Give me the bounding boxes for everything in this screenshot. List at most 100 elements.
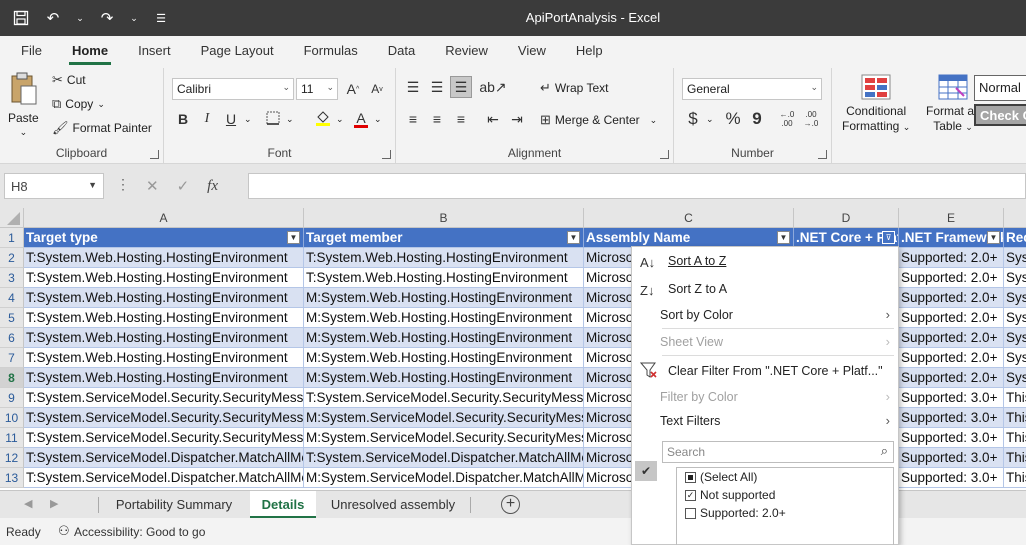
cell-a5[interactable]: T:System.Web.Hosting.HostingEnvironment	[24, 308, 304, 328]
top-align-button[interactable]: ☰	[402, 76, 424, 98]
new-sheet-icon[interactable]: +	[501, 495, 520, 514]
sort-by-color-item[interactable]: Sort by Color ›	[632, 303, 898, 327]
cell-a11[interactable]: T:System.ServiceModel.Security.SecurityM…	[24, 428, 304, 448]
italic-button[interactable]: I	[196, 108, 218, 130]
bottom-align-button[interactable]: ☰	[450, 76, 472, 98]
font-name-combo[interactable]: Calibri ⌄	[172, 78, 294, 100]
cell-f10[interactable]: This	[1004, 408, 1026, 428]
cell-b5[interactable]: M:System.Web.Hosting.HostingEnvironment	[304, 308, 584, 328]
table-header-cell-f[interactable]: Recommended changes	[1004, 228, 1026, 248]
currency-button[interactable]: $	[682, 108, 704, 130]
row-header-9[interactable]: 9	[0, 388, 24, 408]
filter-dropdown-icon[interactable]: ▼	[287, 231, 300, 244]
filter-option-select-all[interactable]: (Select All)	[685, 468, 757, 486]
more-options-icon[interactable]: ⋮	[116, 176, 130, 193]
cell-f5[interactable]: System	[1004, 308, 1026, 328]
increase-indent-button[interactable]: ⇥	[506, 108, 528, 130]
tab-home[interactable]: Home	[57, 36, 123, 68]
cell-b3[interactable]: T:System.Web.Hosting.HostingEnvironment	[304, 268, 584, 288]
accessibility-status[interactable]: Accessibility: Good to go	[74, 525, 205, 539]
cell-b11[interactable]: M:System.ServiceModel.Security.SecurityM…	[304, 428, 584, 448]
cell-e10[interactable]: Supported: 3.0+	[899, 408, 1004, 428]
orientation-button[interactable]: ab↗	[479, 76, 506, 98]
select-all-corner[interactable]	[0, 208, 24, 228]
table-header-cell-b[interactable]: Target member	[304, 228, 584, 248]
column-header-e[interactable]: E	[899, 208, 1004, 228]
filter-search-input[interactable]: Search ⌕	[662, 441, 894, 463]
cell-a2[interactable]: T:System.Web.Hosting.HostingEnvironment	[24, 248, 304, 268]
cell-b8[interactable]: M:System.Web.Hosting.HostingEnvironment	[304, 368, 584, 388]
increase-decimal-button[interactable]: ←.0 .00	[776, 108, 798, 130]
tab-data[interactable]: Data	[373, 36, 430, 68]
cut-button[interactable]: ✂ Cut	[52, 72, 86, 88]
fill-color-dropdown-icon[interactable]: ⌄	[336, 114, 344, 125]
cell-b13[interactable]: M:System.ServiceModel.Dispatcher.MatchAl…	[304, 468, 584, 488]
tab-view[interactable]: View	[503, 36, 561, 68]
cell-b6[interactable]: M:System.Web.Hosting.HostingEnvironment	[304, 328, 584, 348]
filter-dropdown-icon[interactable]: ▼	[777, 231, 790, 244]
insert-function-icon[interactable]: fx	[207, 178, 218, 195]
cell-a8[interactable]: T:System.Web.Hosting.HostingEnvironment	[24, 368, 304, 388]
cell-a6[interactable]: T:System.Web.Hosting.HostingEnvironment	[24, 328, 304, 348]
tab-file[interactable]: File	[6, 36, 57, 68]
underline-dropdown-icon[interactable]: ⌄	[244, 114, 252, 125]
normal-style-cell[interactable]: Normal	[974, 75, 1026, 101]
filter-option-supported-2[interactable]: Supported: 2.0+	[685, 504, 786, 522]
tab-page-layout[interactable]: Page Layout	[186, 36, 289, 68]
formula-input[interactable]	[248, 173, 1026, 199]
align-left-button[interactable]: ≡	[402, 108, 424, 130]
cell-e8[interactable]: Supported: 2.0+	[899, 368, 1004, 388]
sheet-tab-details[interactable]: Details	[250, 491, 316, 518]
table-header-cell-a[interactable]: Target type	[24, 228, 304, 248]
row-header-1[interactable]: 1	[0, 228, 24, 248]
wrap-text-button[interactable]: ↵ Wrap Text	[540, 80, 608, 96]
currency-dropdown-icon[interactable]: ⌄	[706, 114, 714, 125]
cell-b10[interactable]: M:System.ServiceModel.Security.SecurityM…	[304, 408, 584, 428]
row-header-13[interactable]: 13	[0, 468, 24, 488]
conditional-formatting-button[interactable]: Conditional Formatting ⌄	[842, 74, 910, 133]
tab-formulas[interactable]: Formulas	[289, 36, 373, 68]
cell-e13[interactable]: Supported: 3.0+	[899, 468, 1004, 488]
row-header-6[interactable]: 6	[0, 328, 24, 348]
cell-f2[interactable]: System	[1004, 248, 1026, 268]
cell-b7[interactable]: M:System.Web.Hosting.HostingEnvironment	[304, 348, 584, 368]
shrink-font-button[interactable]: Av	[366, 78, 388, 100]
row-header-12[interactable]: 12	[0, 448, 24, 468]
cell-e5[interactable]: Supported: 2.0+	[899, 308, 1004, 328]
align-center-button[interactable]: ≡	[426, 108, 448, 130]
row-header-2[interactable]: 2	[0, 248, 24, 268]
borders-button[interactable]	[262, 108, 284, 130]
cell-e11[interactable]: Supported: 3.0+	[899, 428, 1004, 448]
next-sheet-icon[interactable]: ▶	[50, 497, 58, 510]
borders-dropdown-icon[interactable]: ⌄	[286, 114, 294, 125]
format-painter-button[interactable]: 🖌 Format Painter	[52, 120, 152, 136]
grow-font-button[interactable]: A ^	[342, 78, 364, 100]
column-header-a[interactable]: A	[24, 208, 304, 228]
row-header-4[interactable]: 4	[0, 288, 24, 308]
cell-a13[interactable]: T:System.ServiceModel.Dispatcher.MatchAl…	[24, 468, 304, 488]
name-box[interactable]: H8 ▼	[4, 173, 104, 199]
cell-f3[interactable]: System	[1004, 268, 1026, 288]
paste-button[interactable]: Paste ⌄	[8, 72, 39, 138]
tab-review[interactable]: Review	[430, 36, 503, 68]
alignment-launcher-icon[interactable]	[660, 150, 669, 159]
cell-e4[interactable]: Supported: 2.0+	[899, 288, 1004, 308]
cell-f12[interactable]: This	[1004, 448, 1026, 468]
middle-align-button[interactable]: ☰	[426, 76, 448, 98]
decrease-indent-button[interactable]: ⇤	[482, 108, 504, 130]
cell-a12[interactable]: T:System.ServiceModel.Dispatcher.MatchAl…	[24, 448, 304, 468]
cell-f6[interactable]: System	[1004, 328, 1026, 348]
number-launcher-icon[interactable]	[818, 150, 827, 159]
bold-button[interactable]: B	[172, 108, 194, 130]
column-header-b[interactable]: B	[304, 208, 584, 228]
decrease-decimal-button[interactable]: .00 →.0	[800, 108, 822, 130]
row-header-3[interactable]: 3	[0, 268, 24, 288]
sheet-tab-unresolved-assembly[interactable]: Unresolved assembly	[318, 491, 468, 518]
cell-a10[interactable]: T:System.ServiceModel.Security.SecurityM…	[24, 408, 304, 428]
previous-sheet-icon[interactable]: ◀	[24, 497, 32, 510]
cell-f4[interactable]: System	[1004, 288, 1026, 308]
cell-f7[interactable]: System	[1004, 348, 1026, 368]
font-color-button[interactable]: A	[350, 108, 372, 130]
cell-f8[interactable]: System	[1004, 368, 1026, 388]
text-filters-item[interactable]: Text Filters ›	[632, 409, 898, 433]
